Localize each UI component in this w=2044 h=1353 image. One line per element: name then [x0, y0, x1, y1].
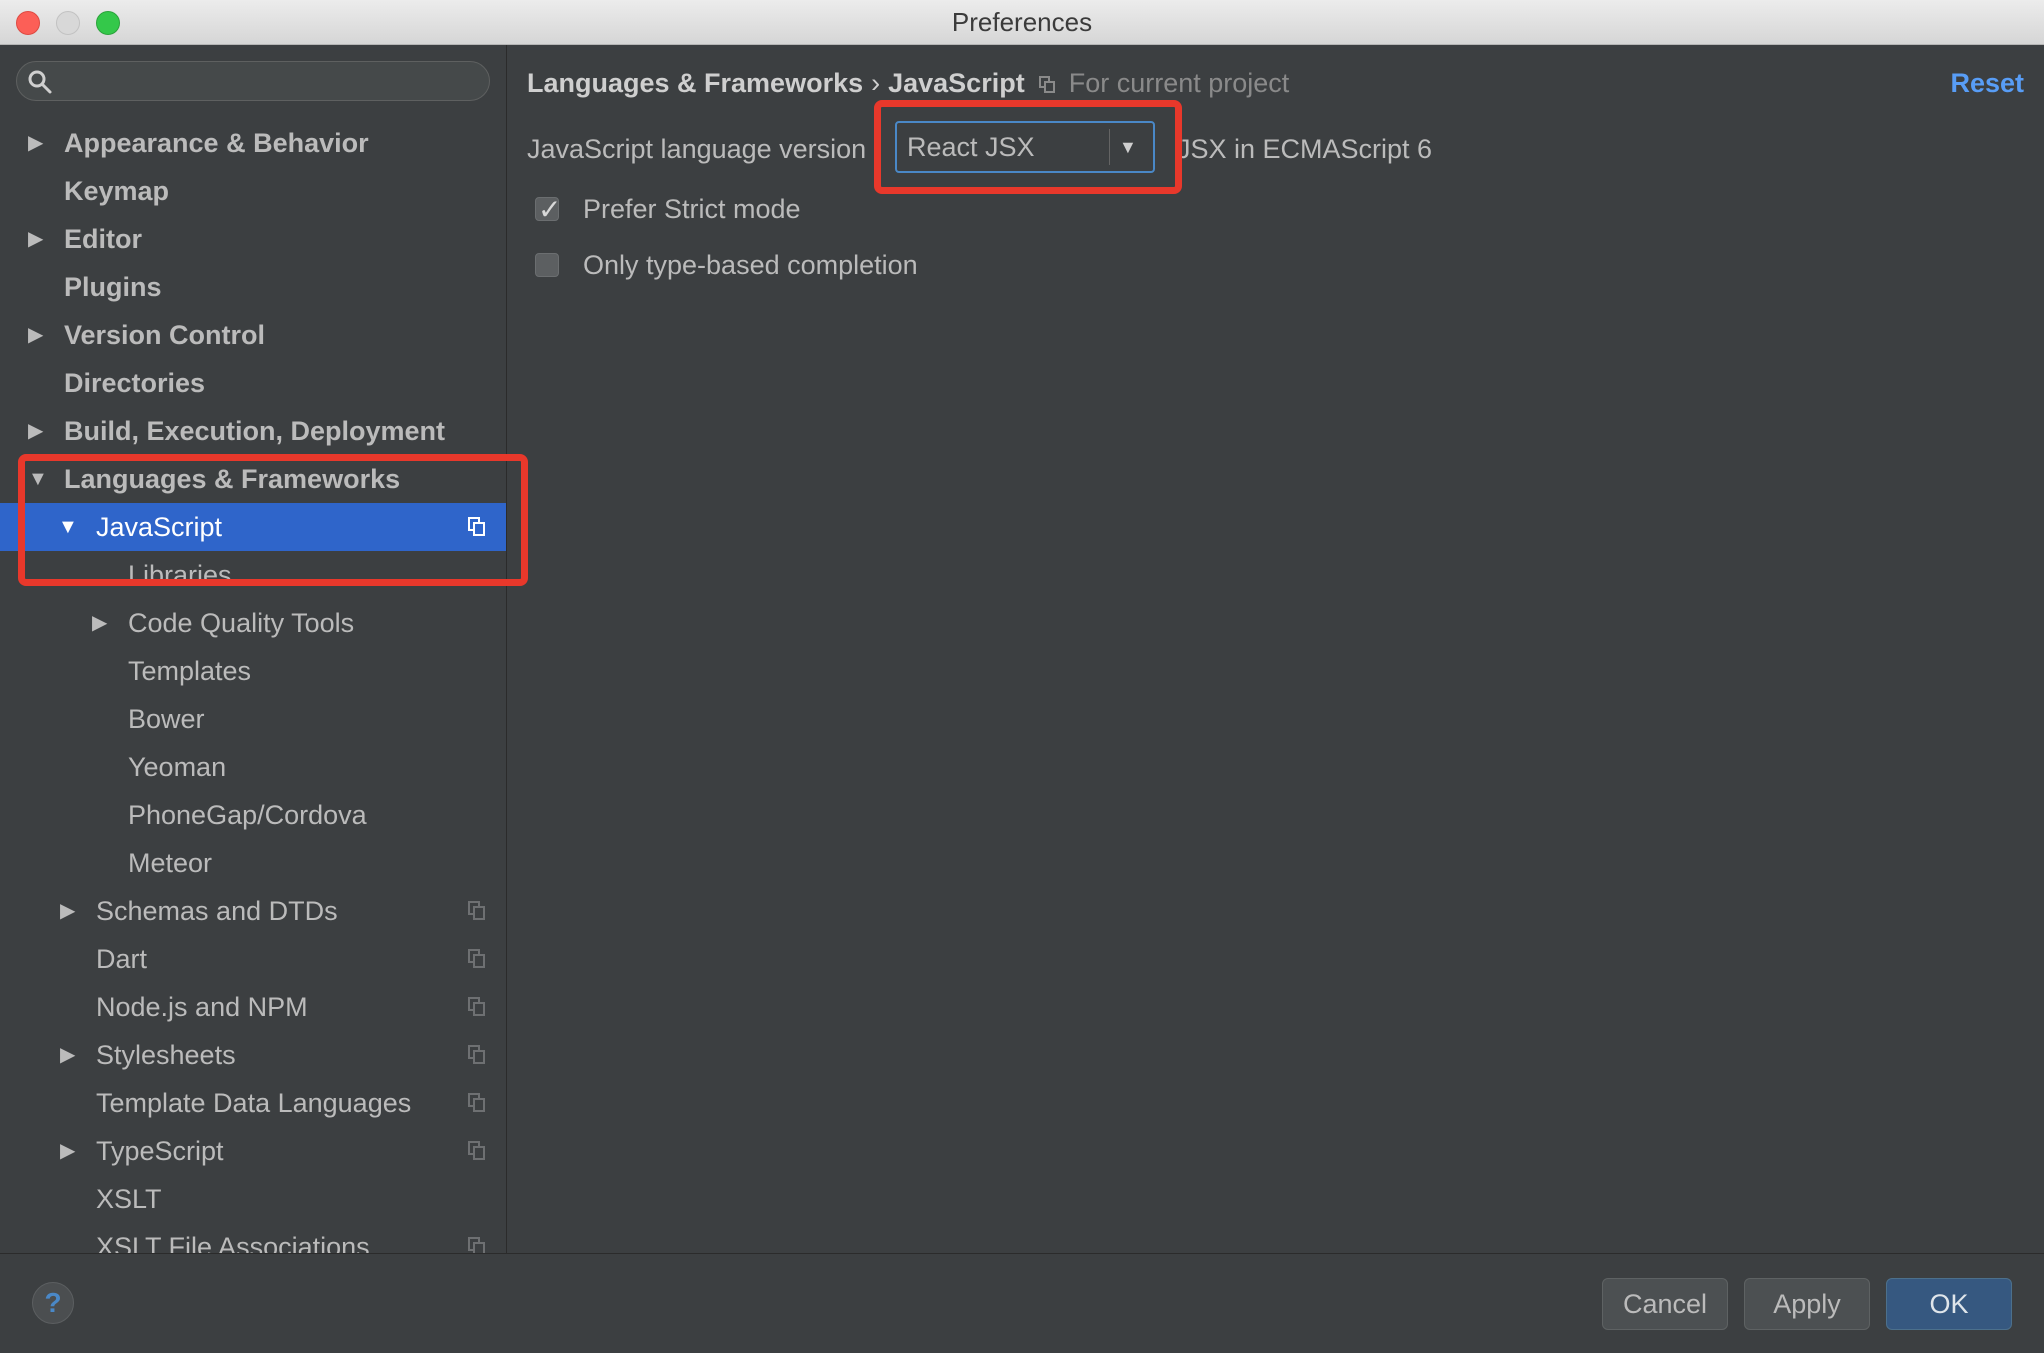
tree-item-code-quality-tools[interactable]: ▶ Code Quality Tools: [0, 599, 506, 647]
language-version-description: JSX in ECMAScript 6: [1177, 134, 1433, 164]
project-scope-icon: [468, 1141, 486, 1161]
expand-arrow-icon[interactable]: ▶: [28, 407, 43, 455]
checkbox-box[interactable]: ✓: [535, 194, 561, 225]
tree-item-bower[interactable]: Bower: [0, 695, 506, 743]
expand-arrow-icon[interactable]: ▶: [28, 215, 43, 263]
ok-button[interactable]: OK: [1886, 1278, 2012, 1330]
search-input[interactable]: [16, 61, 490, 101]
help-button[interactable]: ?: [32, 1282, 74, 1324]
tree-item-build-execution-deployment[interactable]: ▶ Build, Execution, Deployment: [0, 407, 506, 455]
cancel-button[interactable]: Cancel: [1602, 1278, 1728, 1330]
project-scope-icon: [468, 949, 486, 969]
tree-item-keymap[interactable]: Keymap: [0, 167, 506, 215]
checkbox-box[interactable]: [535, 253, 559, 277]
breadcrumb: Languages & Frameworks › JavaScript For cur…: [527, 63, 1289, 103]
expand-arrow-icon[interactable]: ▶: [28, 311, 43, 359]
project-scope-icon: [468, 1093, 486, 1113]
breadcrumb-current: JavaScript: [888, 68, 1025, 98]
reset-link[interactable]: Reset: [1950, 63, 2024, 103]
window-title: Preferences: [951, 7, 1093, 37]
search-icon: [28, 70, 52, 94]
project-scope-icon: [468, 901, 486, 921]
highlight-box-language-version: [874, 100, 1182, 194]
checkmark-icon: ✓: [538, 194, 562, 225]
apply-button[interactable]: Apply: [1744, 1278, 1870, 1330]
project-scope-icon: [468, 1045, 486, 1065]
tree-item-schemas-and-dtds[interactable]: ▶ Schemas and DTDs: [0, 887, 506, 935]
tree-item-nodejs-npm[interactable]: Node.js and NPM: [0, 983, 506, 1031]
settings-content-panel: Languages & Frameworks › JavaScript For cur…: [507, 45, 2044, 1253]
tree-item-meteor[interactable]: Meteor: [0, 839, 506, 887]
tree-item-directories[interactable]: Directories: [0, 359, 506, 407]
highlight-box-javascript-tree: [18, 454, 528, 586]
expand-arrow-icon[interactable]: ▶: [92, 599, 107, 647]
tree-item-template-data-languages[interactable]: Template Data Languages: [0, 1079, 506, 1127]
breadcrumb-parent: Languages & Frameworks: [527, 68, 864, 98]
tree-item-xslt-file-associations[interactable]: XSLT File Associations: [0, 1223, 506, 1253]
title-bar: Preferences: [0, 0, 2044, 45]
project-scope-icon: [468, 1237, 486, 1253]
tree-item-plugins[interactable]: Plugins: [0, 263, 506, 311]
project-scope-icon: [1038, 75, 1055, 94]
tree-item-xslt[interactable]: XSLT: [0, 1175, 506, 1223]
expand-arrow-icon[interactable]: ▶: [60, 1127, 75, 1175]
tree-item-editor[interactable]: ▶ Editor: [0, 215, 506, 263]
expand-arrow-icon[interactable]: ▶: [60, 1031, 75, 1079]
tree-item-templates[interactable]: Templates: [0, 647, 506, 695]
scope-note: For current project: [1068, 68, 1290, 98]
tree-item-appearance-behavior[interactable]: ▶ Appearance & Behavior: [0, 119, 506, 167]
expand-arrow-icon[interactable]: ▶: [60, 887, 75, 935]
tree-item-typescript[interactable]: ▶ TypeScript: [0, 1127, 506, 1175]
project-scope-icon: [468, 997, 486, 1017]
dialog-footer: ? Cancel Apply OK: [0, 1253, 2044, 1353]
breadcrumb-separator: ›: [871, 68, 881, 98]
tree-item-stylesheets[interactable]: ▶ Stylesheets: [0, 1031, 506, 1079]
tree-item-phonegap-cordova[interactable]: PhoneGap/Cordova: [0, 791, 506, 839]
settings-tree-sidebar: ▶ Appearance & Behavior Keymap ▶ Editor …: [0, 45, 507, 1253]
language-version-label: JavaScript language version: [527, 134, 867, 164]
tree-item-dart[interactable]: Dart: [0, 935, 506, 983]
tree-item-version-control[interactable]: ▶ Version Control: [0, 311, 506, 359]
tree-item-yeoman[interactable]: Yeoman: [0, 743, 506, 791]
expand-arrow-icon[interactable]: ▶: [28, 119, 43, 167]
